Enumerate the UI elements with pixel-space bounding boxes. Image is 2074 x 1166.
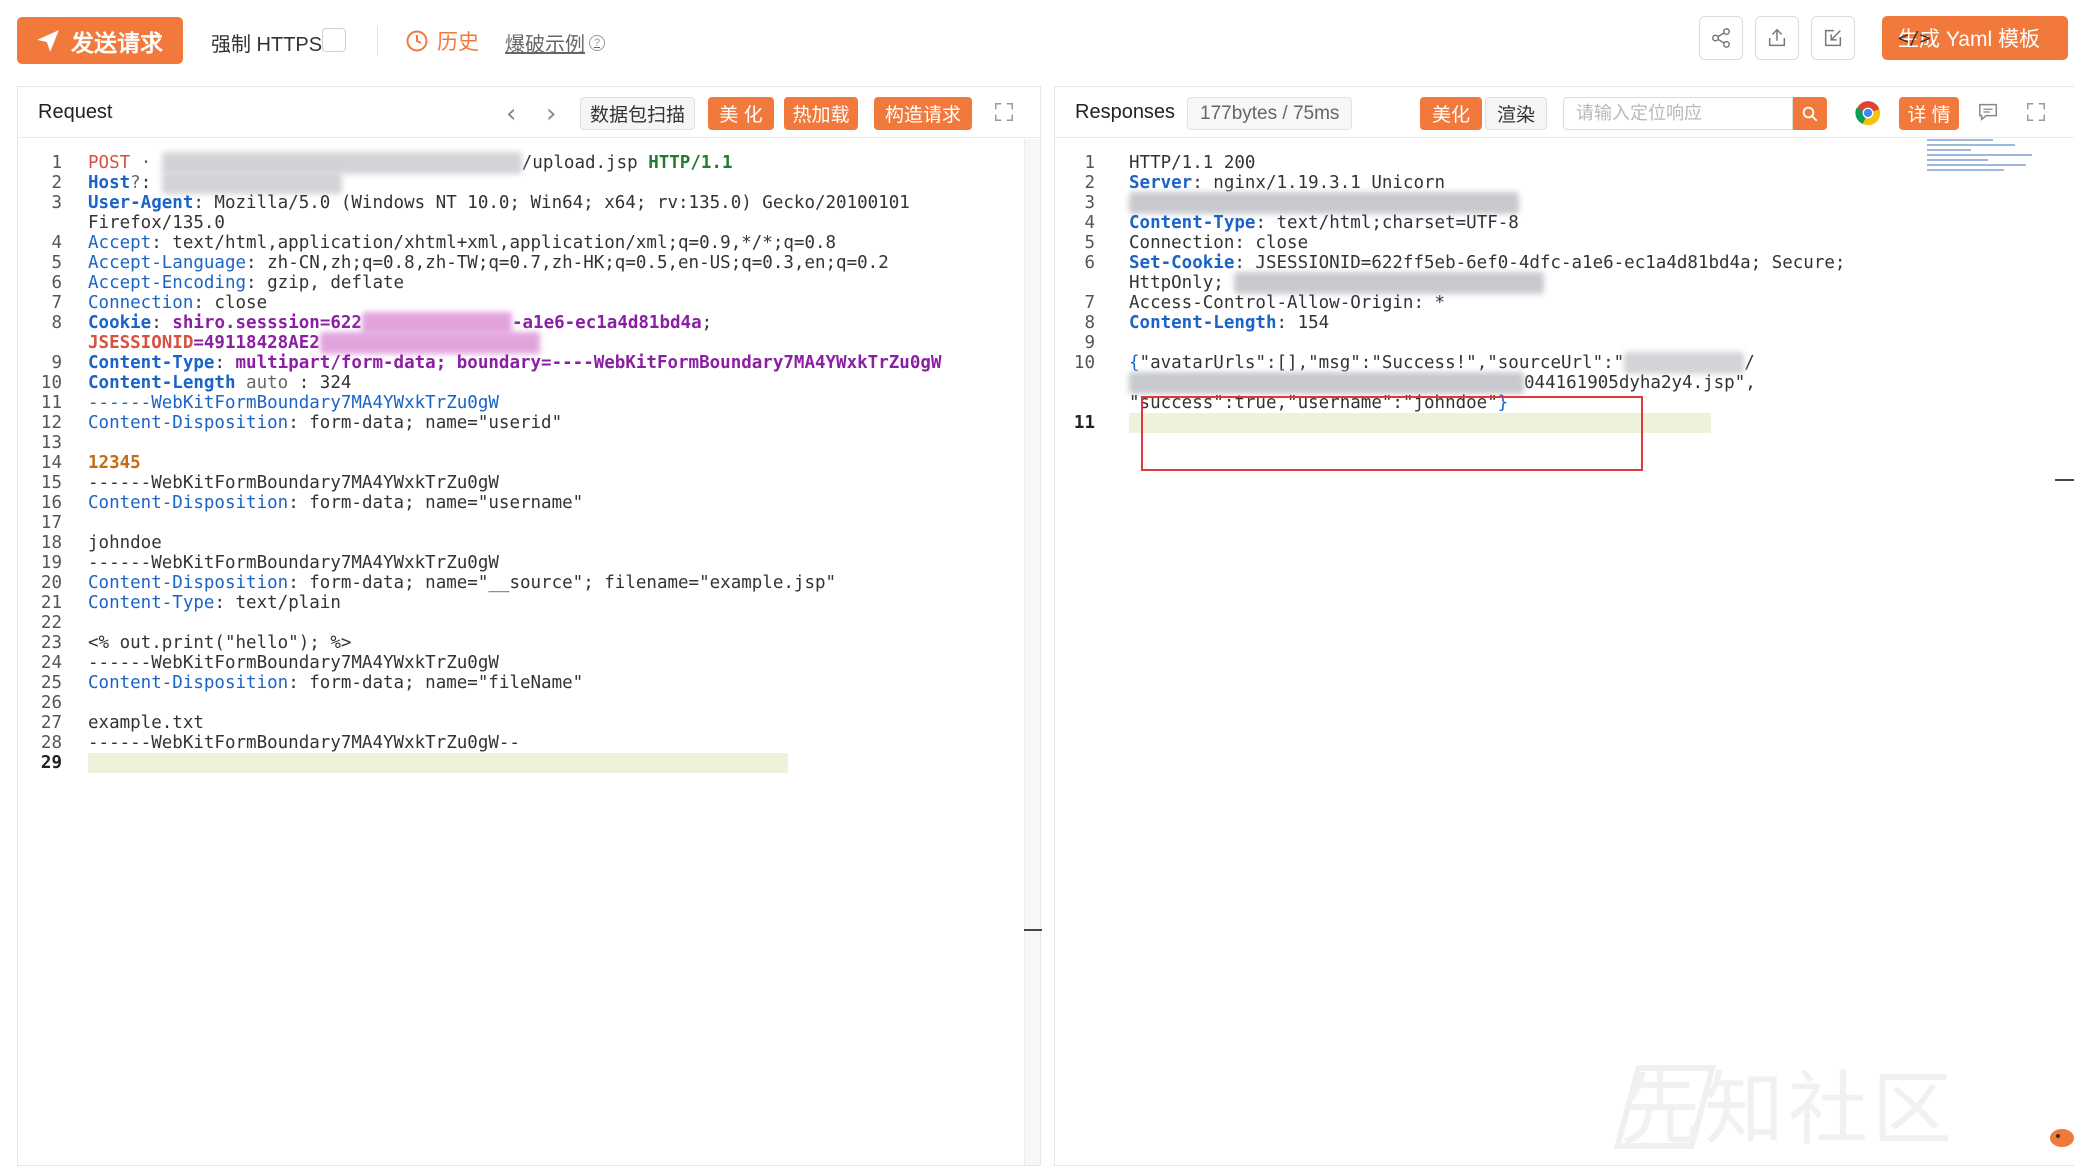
highlighted-response-body bbox=[1141, 396, 1643, 471]
code-line: 29 bbox=[18, 750, 1040, 776]
response-beautify-button[interactable]: 美化 bbox=[1420, 97, 1482, 130]
line-number: 29 bbox=[40, 753, 62, 773]
send-request-button[interactable]: 发送请求 bbox=[17, 17, 183, 64]
request-panel: Request ‹ › 数据包扫描 美 化 热加载 构造请求 1 POST · /… bbox=[17, 86, 1042, 1166]
toolbar-divider bbox=[377, 26, 378, 56]
code-icon: </> bbox=[1898, 27, 1931, 49]
request-panel-header: Request ‹ › 数据包扫描 美 化 热加载 构造请求 bbox=[18, 87, 1040, 138]
send-request-label: 发送请求 bbox=[71, 29, 163, 56]
render-button[interactable]: 渲染 bbox=[1485, 97, 1547, 130]
response-panel-header: Responses 177bytes / 75ms 美化 渲染 详 情 bbox=[1055, 87, 2074, 138]
help-icon: ? bbox=[589, 34, 605, 51]
locate-search-button[interactable] bbox=[1793, 97, 1827, 130]
share-button[interactable] bbox=[1699, 16, 1743, 60]
response-scroll-marker bbox=[2055, 479, 2074, 481]
request-scroll-marker bbox=[1024, 929, 1042, 931]
next-request-button[interactable]: › bbox=[546, 99, 556, 129]
import-button[interactable] bbox=[1811, 16, 1855, 60]
details-button[interactable]: 详 情 bbox=[1899, 97, 1959, 130]
force-https-checkbox[interactable] bbox=[322, 28, 346, 52]
history-button[interactable]: 历史 bbox=[405, 26, 479, 56]
comment-icon[interactable] bbox=[1977, 101, 1999, 123]
mascot-icon[interactable] bbox=[2042, 1118, 2074, 1150]
share-icon bbox=[1712, 28, 1730, 48]
response-minimap[interactable] bbox=[1927, 139, 2037, 189]
request-editor[interactable]: 1 POST · /upload.jsp HTTP/1.1 2 Host?: 3 Use… bbox=[18, 139, 1040, 1165]
response-panel: Responses 177bytes / 75ms 美化 渲染 详 情 1HTT… bbox=[1054, 86, 2074, 1166]
line-number: 11 bbox=[1073, 413, 1095, 433]
response-title: Responses bbox=[1075, 101, 1176, 123]
expand-icon[interactable] bbox=[993, 101, 1015, 123]
top-toolbar: 发送请求 强制 HTTPS 历史 爆破示例 ? </> 生成 Yaml 模板 bbox=[0, 0, 2074, 84]
watermark-text: 先知社区 bbox=[1620, 1063, 1956, 1156]
export-button[interactable] bbox=[1755, 16, 1799, 60]
brute-force-example-link[interactable]: 爆破示例 ? bbox=[505, 28, 605, 57]
brute-force-label: 爆破示例 bbox=[505, 34, 585, 56]
clock-icon bbox=[406, 30, 428, 52]
request-title: Request bbox=[38, 101, 113, 123]
history-label: 历史 bbox=[437, 31, 479, 54]
force-https-label: 强制 HTTPS bbox=[211, 34, 323, 56]
hot-load-button[interactable]: 热加载 bbox=[784, 97, 858, 130]
request-scrollbar[interactable] bbox=[1024, 139, 1040, 1165]
chrome-icon[interactable] bbox=[1855, 100, 1881, 126]
build-request-button[interactable]: 构造请求 bbox=[874, 97, 972, 130]
generate-yaml-template-button[interactable]: </> 生成 Yaml 模板 bbox=[1882, 16, 2068, 60]
export-icon bbox=[1768, 28, 1786, 47]
expand-icon[interactable] bbox=[2025, 101, 2047, 123]
search-icon bbox=[1802, 106, 1818, 121]
paper-plane-icon bbox=[37, 29, 59, 52]
import-icon bbox=[1824, 29, 1842, 47]
response-editor[interactable]: 1 HTTP/1.1 200 2 Server: nginx/1.19.3.1 Uni… bbox=[1055, 139, 2074, 1165]
previous-request-button[interactable]: ‹ bbox=[506, 99, 516, 129]
locate-response-input[interactable] bbox=[1563, 97, 1793, 130]
request-beautify-button[interactable]: 美 化 bbox=[708, 97, 774, 130]
packet-scan-button[interactable]: 数据包扫描 bbox=[580, 97, 695, 130]
response-stats-badge: 177bytes / 75ms bbox=[1187, 97, 1353, 130]
